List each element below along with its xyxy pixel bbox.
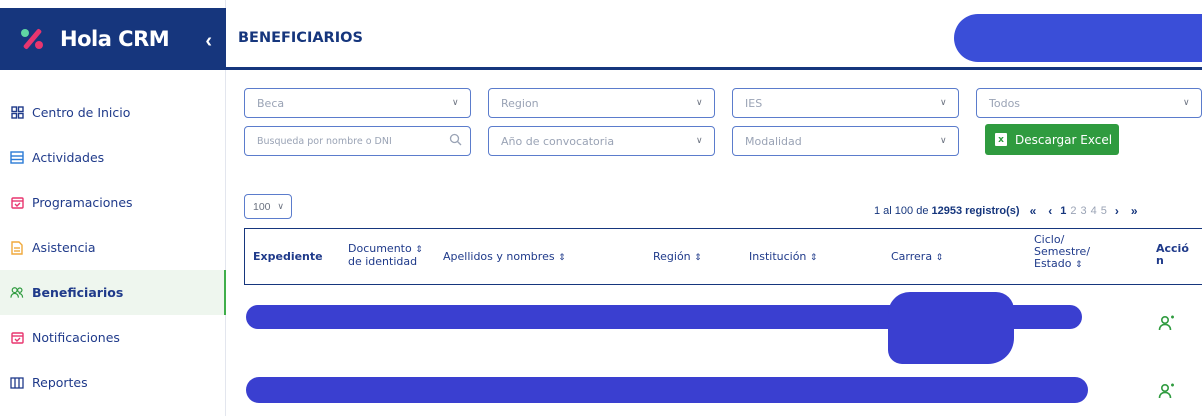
pagination-range: 1 al 100 de — [874, 205, 929, 217]
export-excel-label: Descargar Excel — [1015, 132, 1113, 147]
pagination-suffix: registro(s) — [965, 205, 1020, 217]
redaction-scribble — [888, 292, 1014, 364]
sort-icon: ⇕ — [1074, 260, 1083, 270]
users-icon — [10, 286, 24, 300]
sidebar-item-beneficiarios[interactable]: Beneficiarios — [0, 270, 226, 315]
sidebar-item-label: Reportes — [32, 375, 88, 390]
sidebar-item-asistencia[interactable]: Asistencia — [0, 225, 226, 270]
beca-select[interactable]: Beca ∨ — [244, 88, 471, 118]
col-carrera-label: Carrera — [891, 250, 933, 263]
sidebar-item-label: Asistencia — [32, 240, 96, 255]
search-input[interactable]: Busqueda por nombre o DNI — [244, 126, 471, 156]
col-apellidos[interactable]: Apellidos y nombres ⇕ — [443, 251, 566, 264]
list-icon — [10, 151, 24, 165]
sort-icon: ⇕ — [935, 253, 944, 263]
ies-select-value: IES — [745, 96, 763, 110]
table-header: Expediente Documento ⇕ de identidad Apel… — [244, 228, 1202, 285]
col-expediente-label: Expediente — [253, 250, 323, 263]
sidebar: Hola CRM ‹ Centro de Inicio Actividades … — [0, 0, 226, 416]
page-link-1[interactable]: 1 — [1060, 205, 1066, 217]
col-documento-label-2: de identidad — [348, 255, 418, 268]
sidebar-item-reportes[interactable]: Reportes — [0, 360, 226, 405]
top-header: BENEFICIARIOS — [226, 8, 1202, 70]
chevron-down-icon: ∨ — [696, 136, 703, 146]
col-carrera[interactable]: Carrera ⇕ — [891, 251, 943, 264]
col-ciclo-label-3: Estado — [1034, 257, 1072, 270]
sort-icon: ⇕ — [558, 253, 566, 263]
estado-select[interactable]: Todos ∨ — [976, 88, 1202, 118]
export-excel-button[interactable]: x Descargar Excel — [985, 124, 1119, 155]
search-icon[interactable] — [449, 133, 462, 149]
redaction-scribble — [246, 377, 1088, 403]
col-expediente[interactable]: Expediente — [253, 251, 323, 263]
sort-icon: ⇕ — [694, 253, 702, 263]
page-link-4[interactable]: 4 — [1091, 205, 1097, 217]
user-detail-icon[interactable] — [1158, 314, 1176, 332]
sidebar-item-programaciones[interactable]: Programaciones — [0, 180, 226, 225]
page-link-2[interactable]: 2 — [1070, 205, 1076, 217]
chevron-down-icon: ∨ — [940, 98, 947, 108]
table-icon — [10, 376, 24, 390]
col-region-label: Región — [653, 250, 691, 263]
col-institucion-label: Institución — [749, 250, 807, 263]
sidebar-item-label: Centro de Inicio — [32, 105, 131, 120]
chevron-down-icon: ∨ — [277, 201, 284, 211]
col-ciclo[interactable]: Ciclo/ Semestre/ Estado ⇕ — [1034, 234, 1090, 271]
col-accion-label-2: n — [1156, 254, 1164, 267]
excel-icon: x — [995, 133, 1007, 146]
prev-page-icon[interactable]: ‹ — [1048, 204, 1052, 218]
estado-select-value: Todos — [989, 96, 1021, 110]
first-page-icon[interactable]: « — [1030, 204, 1037, 218]
chevron-down-icon: ∨ — [1183, 98, 1190, 108]
sidebar-item-label: Beneficiarios — [32, 285, 124, 300]
page-title: BENEFICIARIOS — [238, 30, 363, 46]
col-accion: Acció n — [1156, 243, 1189, 267]
sidebar-item-centro-de-inicio[interactable]: Centro de Inicio — [0, 90, 226, 135]
region-select-value: Region — [501, 96, 539, 110]
last-page-icon[interactable]: » — [1131, 204, 1138, 218]
calendar-check-icon — [10, 331, 24, 345]
col-apellidos-label: Apellidos y nombres — [443, 250, 555, 263]
sidebar-item-label: Actividades — [32, 150, 105, 165]
modalidad-select[interactable]: Modalidad ∨ — [732, 126, 959, 156]
chevron-down-icon: ∨ — [696, 98, 703, 108]
chevron-down-icon: ∨ — [452, 98, 459, 108]
brand-logo — [18, 25, 46, 53]
ies-select[interactable]: IES ∨ — [732, 88, 959, 118]
brand-name: Hola CRM — [60, 27, 170, 51]
search-placeholder: Busqueda por nombre o DNI — [257, 135, 392, 147]
modalidad-select-value: Modalidad — [745, 134, 802, 148]
next-page-icon[interactable]: › — [1115, 204, 1119, 218]
sidebar-item-label: Programaciones — [32, 195, 133, 210]
page-size-value: 100 — [253, 200, 271, 213]
page-link-3[interactable]: 3 — [1081, 205, 1087, 217]
region-select[interactable]: Region ∨ — [488, 88, 715, 118]
sidebar-item-notificaciones[interactable]: Notificaciones — [0, 315, 226, 360]
anio-select-value: Año de convocatoria — [501, 134, 615, 148]
document-icon — [10, 240, 24, 255]
pagination-total: 12953 — [931, 205, 963, 217]
sort-icon: ⇕ — [415, 245, 423, 255]
sidebar-item-actividades[interactable]: Actividades — [0, 135, 226, 180]
collapse-sidebar-icon[interactable]: ‹ — [205, 30, 212, 53]
page-link-5[interactable]: 5 — [1101, 205, 1107, 217]
chevron-down-icon: ∨ — [940, 136, 947, 146]
sort-icon: ⇕ — [809, 253, 818, 263]
pagination: 1 al 100 de 12953 registro(s) « ‹ 1 2 3 … — [874, 204, 1144, 218]
col-institucion[interactable]: Institución ⇕ — [749, 251, 817, 264]
page-size-select[interactable]: 100 ∨ — [244, 194, 292, 219]
sidebar-nav: Centro de Inicio Actividades Programacio… — [0, 90, 226, 405]
col-documento-label: Documento — [348, 242, 412, 255]
sidebar-item-label: Notificaciones — [32, 330, 120, 345]
col-region[interactable]: Región ⇕ — [653, 251, 702, 264]
col-documento[interactable]: Documento ⇕ de identidad — [348, 243, 423, 268]
brand-bar: Hola CRM ‹ — [0, 8, 226, 70]
user-detail-icon[interactable] — [1158, 382, 1176, 400]
beca-select-value: Beca — [257, 96, 285, 110]
calendar-icon — [10, 196, 24, 210]
grid-icon — [10, 106, 24, 120]
anio-convocatoria-select[interactable]: Año de convocatoria ∨ — [488, 126, 715, 156]
user-menu-redacted[interactable] — [954, 14, 1202, 62]
